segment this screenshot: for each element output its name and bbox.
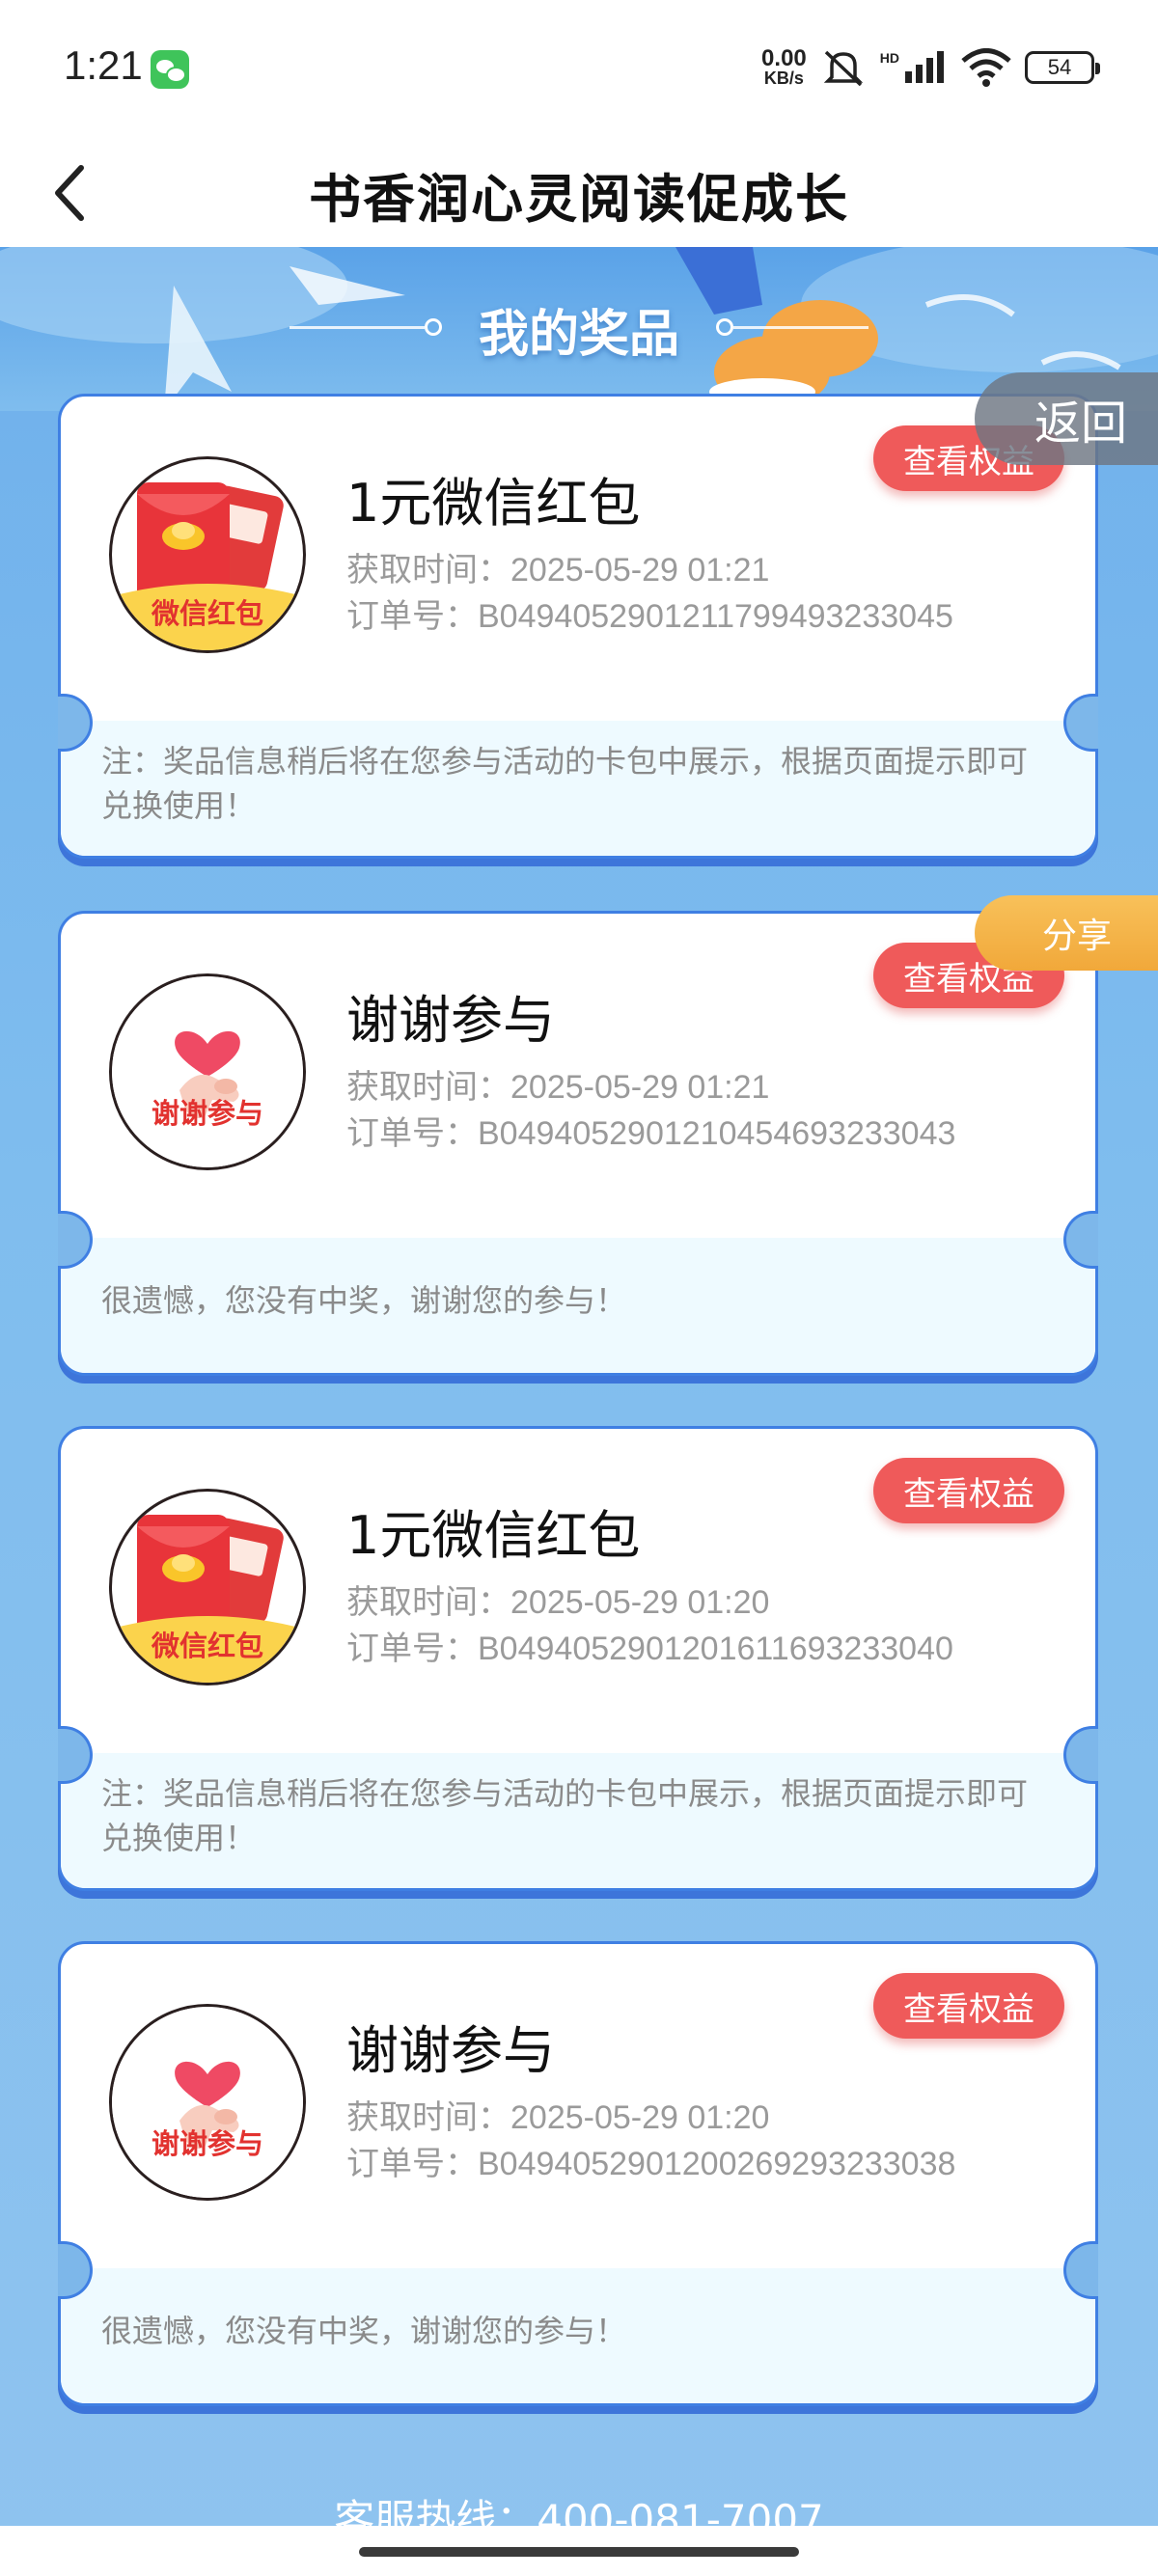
thanks-icon-label: 谢谢参与 xyxy=(152,2127,263,2160)
my-prizes-title: 我的奖品 xyxy=(478,306,679,364)
prize-card: 微信红包 1元微信红包 获取时间：2025-05-29 01:21 订单号：B0… xyxy=(58,394,1098,859)
red-packet-icon: 微信红包 xyxy=(109,456,306,653)
page-title: 书香润心灵阅读促成长 xyxy=(309,169,849,230)
prize-time: 获取时间：2025-05-29 01:20 xyxy=(346,2099,770,2136)
network-speed-value: 0.00 xyxy=(761,45,807,71)
prize-note: 注：奖品信息稍后将在您参与活动的卡包中展示，根据页面提示即可兑换使用！ xyxy=(101,1775,1029,1856)
prize-time: 获取时间：2025-05-29 01:20 xyxy=(346,1584,770,1621)
cellular-signal-icon: HD xyxy=(880,50,948,85)
status-icons: 0.00 KB/s HD 54 xyxy=(761,44,1100,91)
battery-level: 54 xyxy=(1047,55,1072,79)
home-indicator[interactable] xyxy=(359,2547,799,2557)
status-bar: 1:21 0.00 KB/s HD 54 xyxy=(0,0,1158,135)
mute-bell-icon xyxy=(820,46,867,89)
prize-note: 很遗憾，您没有中奖，谢谢您的参与！ xyxy=(101,2313,627,2349)
network-speed-unit: KB/s xyxy=(763,69,804,88)
prize-time: 获取时间：2025-05-29 01:21 xyxy=(346,1069,770,1106)
prize-order-number: 订单号：B0494052901200269293233038 xyxy=(346,2146,956,2182)
red-packet-icon-label: 微信红包 xyxy=(151,597,263,630)
prize-name: 1元微信红包 xyxy=(346,1505,641,1566)
thanks-icon-label: 谢谢参与 xyxy=(152,1097,263,1130)
prize-card: 谢谢参与 谢谢参与 获取时间：2025-05-29 01:21 订单号：B049… xyxy=(58,911,1098,1376)
prize-card: 微信红包 1元微信红包 获取时间：2025-05-29 01:20 订单号：B0… xyxy=(58,1426,1098,1891)
view-benefits-button[interactable]: 查看权益 xyxy=(873,1973,1064,2039)
prize-note: 注：奖品信息稍后将在您参与活动的卡包中展示，根据页面提示即可兑换使用！ xyxy=(101,743,1029,824)
wechat-notification-icon xyxy=(151,50,189,89)
prize-name: 1元微信红包 xyxy=(346,473,641,534)
battery-icon: 54 xyxy=(1025,51,1100,84)
return-button[interactable]: 返回 xyxy=(975,372,1158,465)
network-speed: 0.00 KB/s xyxy=(761,45,807,88)
hd-label: HD xyxy=(879,50,899,66)
prize-order-number: 订单号：B0494052901211799493233045 xyxy=(346,598,953,635)
nav-bar: 书香润心灵阅读促成长 xyxy=(0,135,1158,247)
heart-hand-icon: 谢谢参与 xyxy=(109,973,306,1170)
prize-order-number: 订单号：B0494052901201611693233040 xyxy=(346,1631,953,1667)
prize-name: 谢谢参与 xyxy=(346,2020,555,2081)
prize-card: 谢谢参与 谢谢参与 获取时间：2025-05-29 01:20 订单号：B049… xyxy=(58,1941,1098,2406)
prize-time: 获取时间：2025-05-29 01:21 xyxy=(346,552,770,589)
prize-order-number: 订单号：B0494052901210454693233043 xyxy=(346,1115,956,1152)
view-benefits-button[interactable]: 查看权益 xyxy=(873,1458,1064,1523)
prize-name: 谢谢参与 xyxy=(346,990,555,1051)
wifi-icon xyxy=(961,48,1011,87)
prize-note: 很遗憾，您没有中奖，谢谢您的参与！ xyxy=(101,1282,627,1319)
status-time: 1:21 xyxy=(64,42,143,88)
red-packet-icon: 微信红包 xyxy=(109,1489,306,1685)
heart-hand-icon: 谢谢参与 xyxy=(109,2004,306,2201)
red-packet-icon-label: 微信红包 xyxy=(151,1630,263,1662)
main-content: 我的奖品 微信红包 1元微信红包 获取时间：2025-05-29 01:21 订… xyxy=(0,247,1158,2576)
share-button[interactable]: 分享 xyxy=(975,895,1158,971)
